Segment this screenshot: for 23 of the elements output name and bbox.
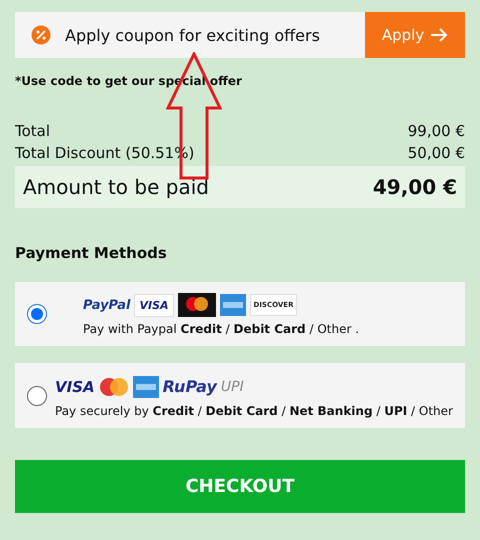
mastercard-logo bbox=[98, 376, 129, 396]
radio-button[interactable] bbox=[27, 304, 47, 324]
amount-label: Amount to be paid bbox=[23, 175, 209, 199]
upi-logo: UPI bbox=[220, 378, 244, 394]
payment-description: Pay securely by Credit / Debit Card / Net Banking / UPI / Other bbox=[55, 404, 453, 418]
rupay-logo: RuPay bbox=[162, 377, 217, 396]
section-title: Payment Methods bbox=[15, 244, 168, 262]
discount-badge-icon bbox=[31, 25, 51, 45]
payment-option[interactable]: VISA RuPay UPI Pay securely by Credit / Debit Card / Net Banking / UPI / Other bbox=[15, 363, 465, 428]
amount-value: 49,00 € bbox=[372, 175, 457, 199]
amex-logo bbox=[132, 376, 159, 398]
visa-logo: VISA bbox=[55, 378, 95, 396]
payment-description: Pay with Paypal Credit / Debit Card / Other . bbox=[83, 322, 360, 336]
visa-logo: VISA bbox=[134, 294, 174, 316]
total-value: 50,00 € bbox=[408, 144, 465, 162]
radio-button[interactable] bbox=[27, 386, 47, 406]
total-value: 99,00 € bbox=[408, 122, 465, 140]
paypal-logo: PayPal bbox=[83, 298, 130, 312]
mastercard-logo bbox=[178, 293, 216, 317]
total-label: Total bbox=[15, 122, 50, 140]
coupon-label: Apply coupon for exciting offers bbox=[65, 26, 320, 44]
amex-logo bbox=[220, 294, 246, 316]
arrow-right-icon bbox=[430, 28, 448, 42]
